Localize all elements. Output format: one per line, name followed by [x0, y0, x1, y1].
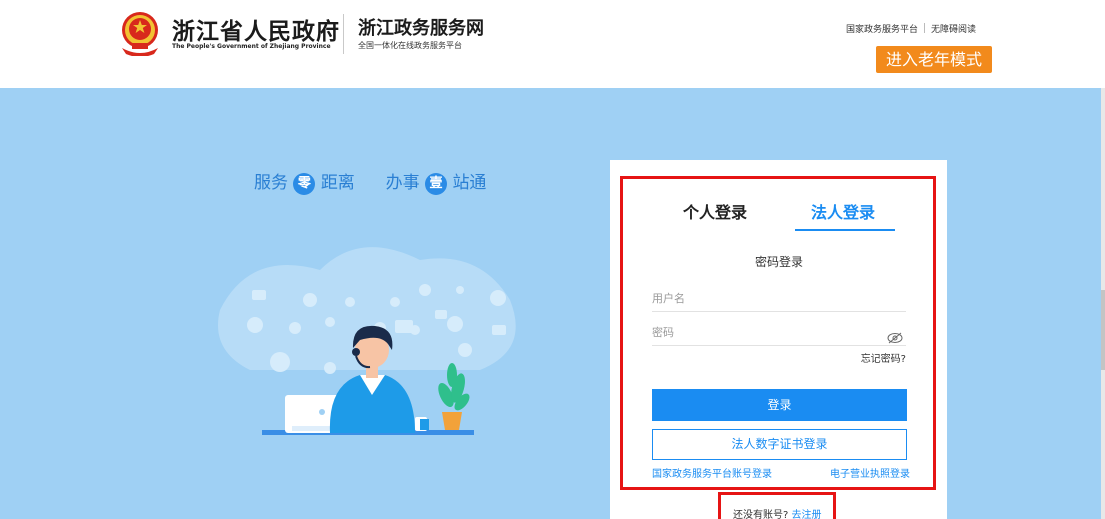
login-method-title: 密码登录	[754, 255, 803, 269]
username-input[interactable]	[652, 286, 906, 312]
login-button[interactable]: 登录	[652, 389, 907, 421]
no-account-text: 还没有账号?	[733, 510, 789, 519]
business-license-login-link[interactable]: 电子营业执照登录	[830, 465, 910, 480]
eye-toggle-icon[interactable]	[887, 332, 903, 344]
gov-name: 浙江省人民政府	[172, 18, 340, 45]
service-subtitle: 全国一体化在线政务服务平台	[358, 41, 462, 50]
tab-personal-login[interactable]: 个人登录	[683, 199, 747, 223]
elder-mode-button[interactable]: 进入老年模式	[876, 46, 992, 73]
header-divider	[343, 14, 344, 54]
register-row: 还没有账号? 去注册	[733, 506, 822, 519]
national-platform-link[interactable]: 国家政务服务平台	[846, 25, 918, 35]
forgot-password-link[interactable]: 忘记密码?	[836, 350, 906, 365]
active-tab-indicator	[795, 229, 895, 231]
register-link[interactable]: 去注册	[792, 510, 822, 519]
service-name: 浙江政务服务网	[358, 18, 484, 39]
link-separator	[924, 23, 926, 33]
cert-login-button[interactable]: 法人数字证书登录	[652, 429, 907, 460]
tab-corporate-login[interactable]: 法人登录	[811, 199, 875, 223]
national-emblem-icon	[122, 12, 158, 56]
gov-name-en: The People's Government of Zhejiang Prov…	[172, 43, 331, 50]
password-input[interactable]	[652, 320, 906, 346]
service-illustration	[218, 247, 516, 435]
national-account-login-link[interactable]: 国家政务服务平台账号登录	[652, 465, 772, 480]
top-links: 国家政务服务平台 无障碍阅读	[846, 22, 976, 35]
accessible-reading-link[interactable]: 无障碍阅读	[931, 25, 976, 35]
page: 浙江省人民政府 The People's Government of Zheji…	[0, 0, 1105, 519]
site-header: 浙江省人民政府 The People's Government of Zheji…	[0, 0, 1105, 88]
scrollbar-thumb[interactable]	[1101, 290, 1105, 370]
